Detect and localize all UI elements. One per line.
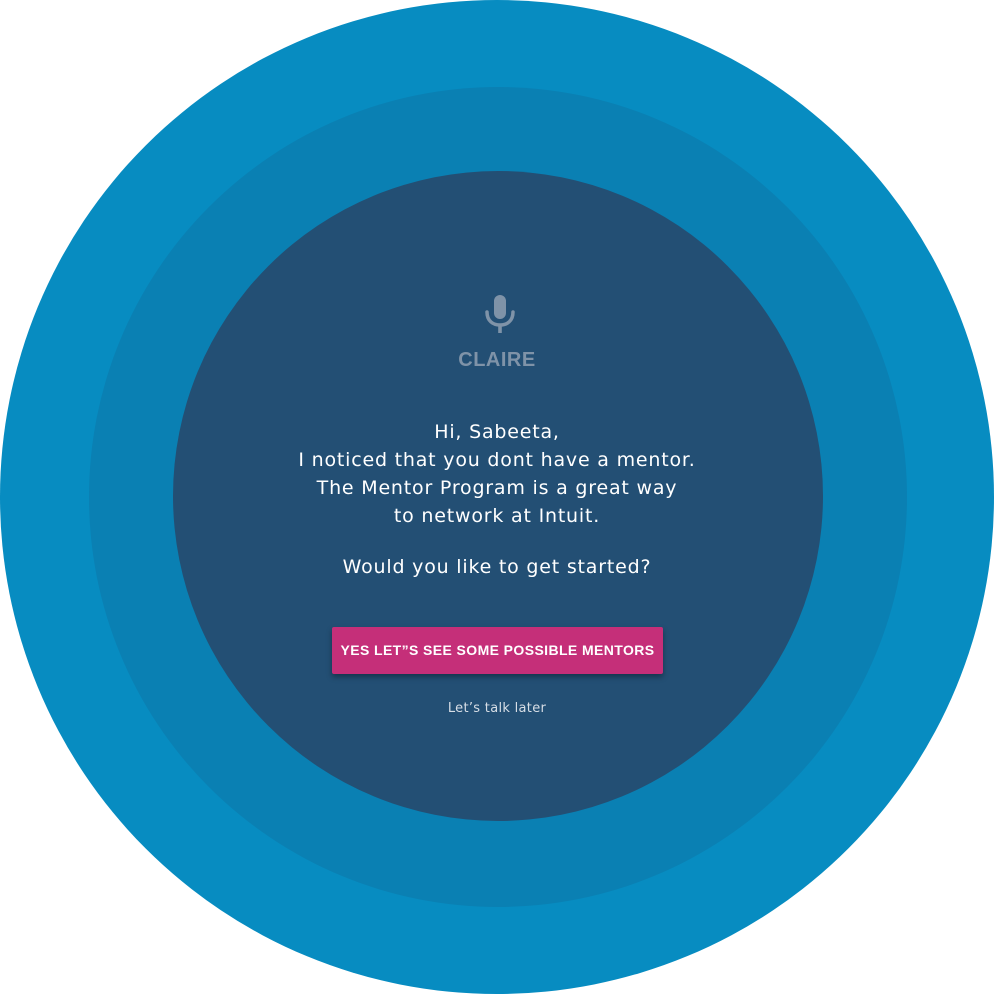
assistant-question: Would you like to get started? xyxy=(342,556,652,578)
talk-later-link[interactable]: Let’s talk later xyxy=(0,701,994,716)
message-line: Hi, Sabeeta, xyxy=(434,421,560,443)
see-mentors-button[interactable]: YES LET”S SEE SOME POSSIBLE MENTORS xyxy=(332,627,663,674)
message-line: to network at Intuit. xyxy=(393,505,601,527)
assistant-name: CLAIRE xyxy=(458,349,536,371)
message-line: The Mentor Program is a great way xyxy=(316,477,678,499)
microphone-icon xyxy=(485,295,515,333)
voice-assistant-screen: CLAIRE Hi, Sabeeta, I noticed that you d… xyxy=(0,0,994,994)
assistant-message: Hi, Sabeeta, I noticed that you dont hav… xyxy=(0,418,994,530)
message-line: I noticed that you dont have a mentor. xyxy=(298,449,696,471)
